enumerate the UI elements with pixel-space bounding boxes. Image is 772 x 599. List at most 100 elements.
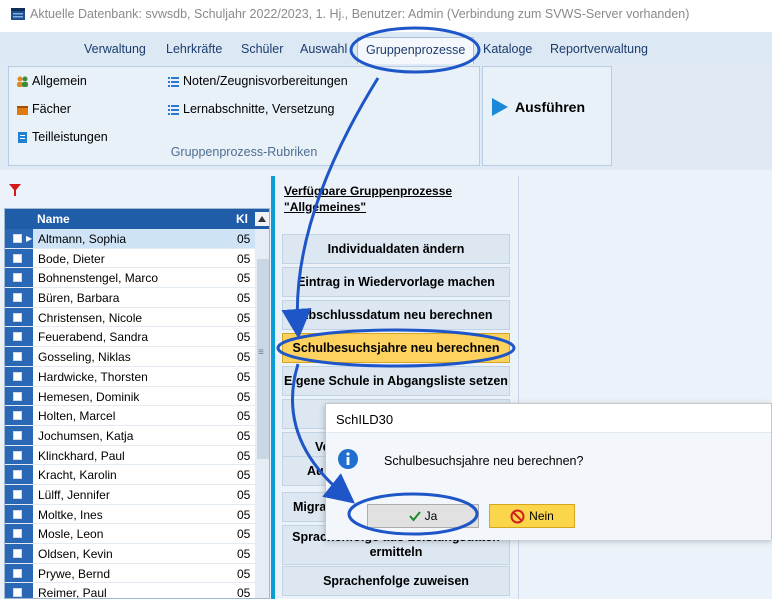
table-row[interactable]: Mosle, Leon 05: [5, 524, 255, 544]
splitter[interactable]: [271, 176, 275, 599]
table-row[interactable]: Bohnenstengel, Marco 05: [5, 268, 255, 289]
tab-reportverwaltung[interactable]: Reportverwaltung: [550, 42, 648, 56]
process-button[interactable]: Individualdaten ändern: [282, 234, 510, 264]
process-heading: Verfügbare Gruppenprozesse "Allgemeines": [284, 184, 453, 214]
ribbon-group-ausfuehren: Ausführen: [482, 66, 612, 166]
app-icon: [11, 8, 25, 20]
row-checkbox[interactable]: [13, 450, 22, 460]
row-checkbox[interactable]: [13, 568, 22, 578]
row-checkbox[interactable]: [13, 411, 22, 421]
ribbon-item-faecher[interactable]: Fächer: [16, 102, 71, 116]
table-row[interactable]: Reimer, Paul 05: [5, 583, 255, 599]
table-row[interactable]: Lülff, Jennifer 05: [5, 484, 255, 505]
table-row[interactable]: Christensen, Nicole 05: [5, 307, 255, 328]
cell-klasse: 05: [237, 468, 251, 483]
cell-klasse: 05: [237, 448, 251, 463]
row-pointer-icon: ▶: [26, 234, 33, 243]
cell-name: Reimer, Paul: [38, 586, 107, 599]
process-button[interactable]: Abschlussdatum neu berechnen: [282, 300, 510, 330]
tab-verwaltung[interactable]: Verwaltung: [84, 42, 146, 56]
ribbon-item-label: Lernabschnitte, Versetzung: [183, 102, 335, 116]
row-checkbox[interactable]: [13, 509, 22, 519]
row-checkbox[interactable]: [13, 529, 22, 539]
tab-kataloge[interactable]: Kataloge: [483, 42, 532, 56]
process-button[interactable]: Eigene Schule in Abgangsliste setzen: [282, 366, 510, 396]
menu-bar: Verwaltung Lehrkräfte Schüler Auswahl Gr…: [0, 32, 772, 65]
tab-schueler[interactable]: Schüler: [241, 42, 283, 56]
process-button-schulbesuchsjahre[interactable]: Schulbesuchsjahre neu berechnen: [282, 333, 510, 363]
scroll-thumb[interactable]: [257, 259, 269, 459]
no-button[interactable]: Nein: [489, 504, 575, 528]
tab-auswahl[interactable]: Auswahl: [300, 42, 347, 56]
yes-button[interactable]: Ja: [367, 504, 479, 528]
cell-name: Gosseling, Niklas: [38, 350, 131, 365]
row-checkbox[interactable]: [13, 253, 22, 263]
list-icon: [168, 104, 179, 115]
ribbon-item-label: Allgemein: [32, 74, 87, 88]
cell-klasse: 05: [237, 527, 251, 542]
cell-klasse: 05: [237, 389, 251, 404]
table-row[interactable]: Hardwicke, Thorsten 05: [5, 366, 255, 387]
ribbon-item-lernabschnitte[interactable]: Lernabschnitte, Versetzung: [167, 102, 335, 116]
table-row[interactable]: Moltke, Ines 05: [5, 504, 255, 525]
table-row[interactable]: Gosseling, Niklas 05: [5, 347, 255, 367]
row-checkbox[interactable]: [13, 273, 22, 283]
table-row[interactable]: Klinckhard, Paul 05: [5, 445, 255, 466]
ribbon-item-teilleistungen[interactable]: Teilleistungen: [16, 130, 108, 144]
run-button[interactable]: Ausführen: [491, 97, 585, 117]
table-row[interactable]: Jochumsen, Katja 05: [5, 425, 255, 446]
table-row[interactable]: Bode, Dieter 05: [5, 248, 255, 269]
grid-scrollbar[interactable]: ≡: [255, 229, 269, 598]
student-grid[interactable]: Name Kl ▶ Altmann, Sophia 05 Bode, Dieter 05…: [4, 208, 270, 599]
ribbon-item-allgemein[interactable]: Allgemein: [16, 74, 87, 88]
row-checkbox[interactable]: [13, 391, 22, 401]
run-button-label: Ausführen: [515, 99, 585, 115]
tab-gruppenprozesse[interactable]: Gruppenprozesse: [357, 37, 475, 65]
people-icon: [17, 76, 28, 87]
row-checkbox[interactable]: [13, 489, 22, 499]
row-checkbox[interactable]: [13, 332, 22, 342]
title-bar: Aktuelle Datenbank: svwsdb, Schuljahr 20…: [0, 0, 772, 30]
table-row[interactable]: Oldsen, Kevin 05: [5, 544, 255, 564]
row-checkbox[interactable]: [13, 549, 22, 558]
row-checkbox[interactable]: [13, 430, 22, 440]
table-row[interactable]: ▶ Altmann, Sophia 05: [5, 229, 255, 249]
row-checkbox[interactable]: [13, 371, 22, 381]
ribbon: Allgemein Fächer Teilleistungen Noten/Ze…: [0, 64, 772, 170]
row-checkbox[interactable]: [13, 312, 22, 322]
tab-lehrkraefte[interactable]: Lehrkräfte: [166, 42, 222, 56]
table-row[interactable]: Feuerabend, Sandra 05: [5, 327, 255, 348]
window-title: Aktuelle Datenbank: svwsdb, Schuljahr 20…: [30, 7, 690, 21]
scroll-up-icon[interactable]: [255, 212, 269, 226]
cell-klasse: 05: [237, 350, 251, 365]
dialog-body: Schulbesuchsjahre neu berechnen? Ja Nein: [326, 432, 771, 540]
cell-name: Christensen, Nicole: [38, 310, 143, 325]
ribbon-item-noten[interactable]: Noten/Zeugnisvorbereitungen: [167, 74, 348, 88]
dialog-title: SchILD30: [336, 412, 394, 427]
ribbon-item-label: Teilleistungen: [32, 130, 108, 144]
column-header-klasse[interactable]: Kl: [236, 212, 248, 226]
row-checkbox[interactable]: [13, 352, 22, 362]
cell-klasse: 05: [237, 330, 251, 345]
table-row[interactable]: Kracht, Karolin 05: [5, 465, 255, 485]
process-button[interactable]: Sprachenfolge zuweisen: [282, 566, 510, 596]
process-button[interactable]: Eintrag in Wiedervorlage machen: [282, 267, 510, 297]
ribbon-group-rubriken: Allgemein Fächer Teilleistungen Noten/Ze…: [8, 66, 480, 166]
info-icon: [338, 449, 358, 469]
cell-klasse: 05: [237, 428, 251, 443]
row-checkbox[interactable]: [13, 234, 22, 243]
row-checkbox[interactable]: [13, 588, 22, 598]
table-row[interactable]: Hemesen, Dominik 05: [5, 386, 255, 407]
document-icon: [18, 131, 27, 143]
column-header-name[interactable]: Name: [37, 212, 70, 226]
cell-name: Holten, Marcel: [38, 409, 116, 424]
table-row[interactable]: Prywe, Bernd 05: [5, 563, 255, 584]
table-row[interactable]: Holten, Marcel 05: [5, 406, 255, 426]
row-checkbox[interactable]: [13, 470, 22, 480]
row-checkbox[interactable]: [13, 293, 22, 303]
table-row[interactable]: Büren, Barbara 05: [5, 288, 255, 308]
filter-icon[interactable]: [8, 183, 22, 197]
grid-header: Name Kl: [5, 209, 269, 229]
cell-name: Altmann, Sophia: [38, 232, 127, 246]
cell-name: Jochumsen, Katja: [38, 428, 134, 443]
